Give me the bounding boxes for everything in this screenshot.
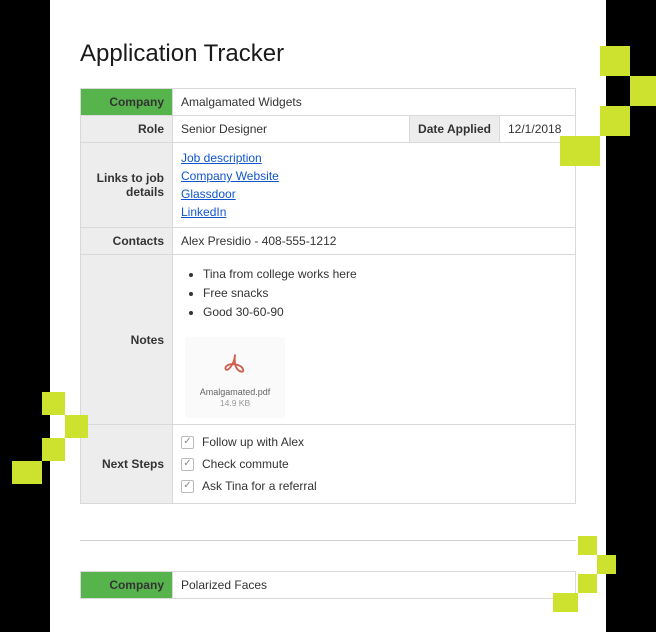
notes-cell: Tina from college works here Free snacks… <box>173 255 576 425</box>
pdf-icon <box>193 351 277 379</box>
next-steps-cell: Follow up with Alex Check commute Ask Ti… <box>173 425 576 504</box>
company-label: Company <box>81 572 173 599</box>
attachment-name: Amalgamated.pdf <box>193 387 277 399</box>
application-table-2: Company Polarized Faces <box>80 571 576 599</box>
next-steps-label: Next Steps <box>81 425 173 504</box>
note-item: Good 30-60-90 <box>203 303 567 322</box>
application-table-1: Company Amalgamated Widgets Role Senior … <box>80 88 576 504</box>
linkedin-link[interactable]: LinkedIn <box>181 203 567 221</box>
company-label: Company <box>81 89 173 116</box>
page-title: Application Tracker <box>80 40 576 68</box>
list-item: Follow up with Alex <box>181 431 567 453</box>
contacts-label: Contacts <box>81 228 173 255</box>
list-item: Check commute <box>181 453 567 475</box>
note-item: Tina from college works here <box>203 265 567 284</box>
attachment-size: 14.9 KB <box>193 398 277 408</box>
checkbox-icon[interactable] <box>181 436 194 449</box>
contacts-value: Alex Presidio - 408-555-1212 <box>173 228 576 255</box>
date-applied-label: Date Applied <box>410 116 500 143</box>
note-item: Free snacks <box>203 284 567 303</box>
step-text: Follow up with Alex <box>202 435 304 449</box>
divider <box>80 540 576 541</box>
company-value: Amalgamated Widgets <box>173 89 576 116</box>
job-description-link[interactable]: Job description <box>181 149 567 167</box>
checkbox-icon[interactable] <box>181 458 194 471</box>
links-label: Links to job details <box>81 143 173 228</box>
document-page: Application Tracker Company Amalgamated … <box>50 0 606 632</box>
list-item: Ask Tina for a referral <box>181 475 567 497</box>
glassdoor-link[interactable]: Glassdoor <box>181 185 567 203</box>
step-text: Check commute <box>202 457 289 471</box>
role-value: Senior Designer <box>173 116 410 143</box>
attachment-card[interactable]: Amalgamated.pdf 14.9 KB <box>185 337 285 419</box>
date-applied-value: 12/1/2018 <box>500 116 576 143</box>
checkbox-icon[interactable] <box>181 480 194 493</box>
step-text: Ask Tina for a referral <box>202 479 317 493</box>
links-cell: Job description Company Website Glassdoo… <box>173 143 576 228</box>
company-website-link[interactable]: Company Website <box>181 167 567 185</box>
role-label: Role <box>81 116 173 143</box>
company-value: Polarized Faces <box>173 572 576 599</box>
notes-label: Notes <box>81 255 173 425</box>
